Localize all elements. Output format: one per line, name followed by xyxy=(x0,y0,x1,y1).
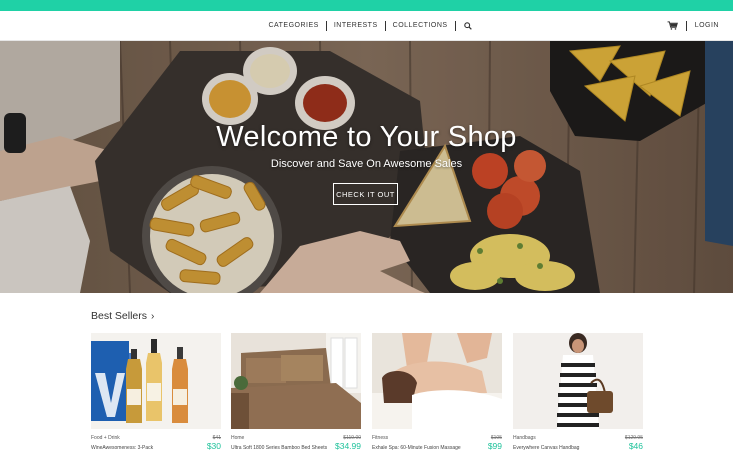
product-price: $99 xyxy=(487,441,502,451)
nav-categories[interactable]: CATEGORIES xyxy=(261,22,325,29)
nav-right: LOGIN xyxy=(667,11,719,40)
product-price: $30 xyxy=(206,441,221,451)
product-image[interactable] xyxy=(513,333,643,429)
hero-banner: Welcome to Your Shop Discover and Save O… xyxy=(0,41,733,293)
product-card[interactable]: Handbags $129.95 Everywhere Canvas Handb… xyxy=(513,333,643,453)
product-image[interactable] xyxy=(91,333,221,429)
product-card[interactable]: Home $119.00 Ultra Soft 1800 Series Bamb… xyxy=(231,333,361,453)
top-accent-bar xyxy=(0,0,733,11)
search-icon[interactable] xyxy=(456,21,472,30)
product-price: $46 xyxy=(628,441,643,451)
nav-collections[interactable]: COLLECTIONS xyxy=(386,22,455,29)
product-name[interactable]: Exhale Spa: 60-Minute Fusion Massage xyxy=(372,445,461,451)
product-card[interactable]: Food + Drink $41 WineAwesomeness: 3-Pack… xyxy=(91,333,221,453)
product-category: Handbags xyxy=(513,435,536,441)
nav-interests[interactable]: INTERESTS xyxy=(327,22,385,29)
main-nav: CATEGORIES INTERESTS COLLECTIONS LOGIN xyxy=(0,11,733,41)
product-price: $34.99 xyxy=(335,441,361,451)
best-sellers-heading[interactable]: Best Sellers › xyxy=(91,310,154,322)
hero-title: Welcome to Your Shop xyxy=(216,121,517,153)
product-card[interactable]: Fitness $105 Exhale Spa: 60-Minute Fusio… xyxy=(372,333,502,453)
nav-links: CATEGORIES INTERESTS COLLECTIONS xyxy=(0,11,733,40)
nav-divider xyxy=(685,20,687,31)
hero-subtitle: Discover and Save On Awesome Sales xyxy=(270,158,463,170)
product-name[interactable]: Ultra Soft 1800 Series Bamboo Bed Sheets xyxy=(231,445,327,451)
product-image[interactable] xyxy=(372,333,502,429)
cart-icon[interactable] xyxy=(667,21,678,30)
chevron-right-icon: › xyxy=(151,310,155,322)
product-category: Home xyxy=(231,435,245,441)
product-name[interactable]: WineAwesomeness: 3-Pack xyxy=(91,445,153,451)
best-sellers-title: Best Sellers xyxy=(91,310,148,322)
check-it-out-button[interactable]: CHECK IT OUT xyxy=(333,183,398,205)
product-image[interactable] xyxy=(231,333,361,429)
product-category: Food + Drink xyxy=(91,435,120,441)
best-sellers-list: Food + Drink $41 WineAwesomeness: 3-Pack… xyxy=(91,333,643,453)
product-name[interactable]: Everywhere Canvas Handbag xyxy=(513,445,579,451)
login-link[interactable]: LOGIN xyxy=(695,22,719,29)
product-category: Fitness xyxy=(372,435,389,441)
